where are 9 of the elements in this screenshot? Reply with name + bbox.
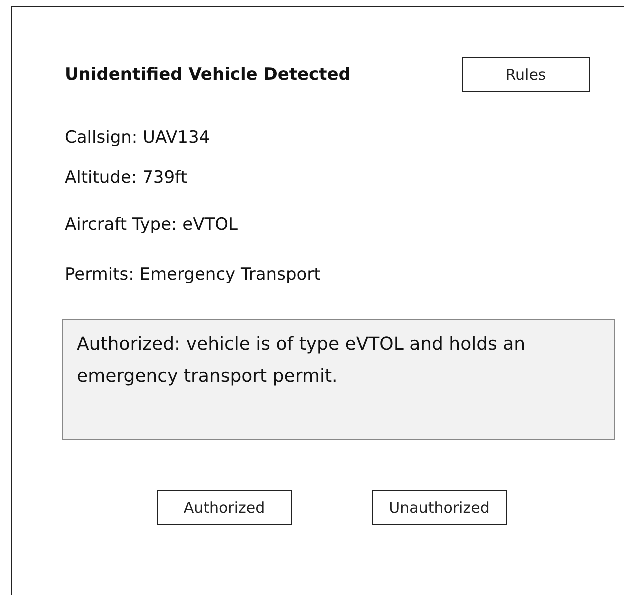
authorized-button[interactable]: Authorized	[157, 490, 292, 525]
unauthorized-button[interactable]: Unauthorized	[372, 490, 507, 525]
message-box: Authorized: vehicle is of type eVTOL and holds an emergency transport permit.	[62, 319, 615, 440]
detail-text: Altitude: 739ft	[65, 168, 188, 188]
detail-text: Aircraft Type: eVTOL	[65, 215, 239, 235]
dialog-title: Unidentified Vehicle Detected	[65, 64, 351, 84]
detail-text: Callsign: UAV134	[65, 128, 212, 148]
detail-text: Permits: Emergency Transport	[65, 265, 322, 285]
rules-button[interactable]: Rules	[462, 57, 590, 92]
